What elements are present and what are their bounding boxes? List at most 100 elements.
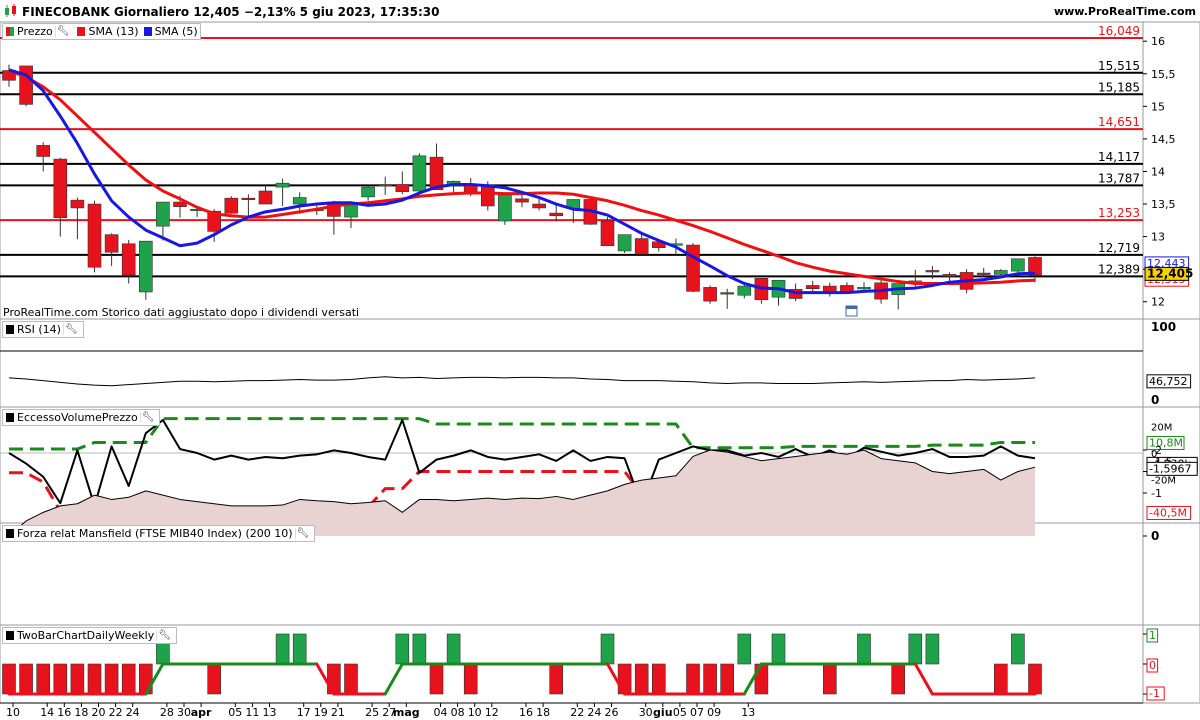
- x-tick-label-10: 05: [228, 706, 242, 719]
- x-tick-label-26: 24: [587, 706, 601, 719]
- candle-body-35: [600, 220, 615, 247]
- price-ytick-label-8: 12: [1151, 296, 1165, 309]
- twobar-legend-label: TwoBarChartDailyWeekly: [17, 629, 155, 642]
- level-label-8: 12,389: [1098, 262, 1140, 276]
- candle-body-25: [429, 156, 444, 191]
- x-tick-label-23: 16: [519, 706, 533, 719]
- sma5-swatch-icon: [143, 27, 152, 36]
- x-tick-label-32: 09: [707, 706, 721, 719]
- price-legend-label: Prezzo: [17, 25, 53, 38]
- calendar-event-icon-top: [846, 306, 857, 309]
- x-tick-label-16: 25: [365, 706, 379, 719]
- rsi-legend-label: RSI (14): [17, 323, 61, 336]
- x-tick-label-4: 20: [92, 706, 106, 719]
- x-tick-label-11: 11: [245, 706, 259, 719]
- candle-body-8: [139, 240, 153, 293]
- twobar-bar-40: [686, 663, 700, 695]
- twobar-bar-4: [70, 663, 85, 695]
- twobar-bar-5: [87, 663, 102, 695]
- twobar-bar-44: [754, 663, 769, 695]
- sma13-line: [8, 69, 1036, 286]
- candle-body-2: [36, 145, 51, 157]
- x-tick-label-27: 26: [605, 706, 619, 719]
- x-tick-label-18: mag: [393, 706, 420, 719]
- wrench-icon[interactable]: 🔧︎: [294, 528, 313, 539]
- x-tick-label-29: giu: [653, 706, 672, 719]
- candle-body-31: [532, 203, 546, 209]
- twobar-bar-25: [429, 663, 444, 695]
- price-ytick-label-5: 13,5: [1151, 198, 1176, 211]
- mansfield-legend-label: Forza relat Mansfield (FTSE MIB40 Index)…: [17, 527, 293, 540]
- candle-body-36: [617, 234, 632, 252]
- x-tick-label-1: 14: [40, 706, 54, 719]
- price-legend[interactable]: Prezzo 🔧︎ SMA (13) SMA (5): [2, 23, 201, 40]
- ev-legend-label: EccessoVolumePrezzo: [17, 411, 138, 424]
- candle-body-32: [549, 212, 564, 217]
- x-tick-label-2: 16: [57, 706, 71, 719]
- candle-body-4: [70, 199, 85, 209]
- x-tick-label-19: 04: [434, 706, 448, 719]
- twobar-bar-7: [121, 663, 136, 695]
- twobar-bar-36: [617, 663, 632, 695]
- twobar-bar-32: [549, 663, 564, 695]
- candle-body-16: [275, 182, 290, 188]
- twobar-bar-0: [2, 663, 16, 695]
- sma13-legend-label: SMA (13): [88, 25, 139, 38]
- rsi-ytick-100: 100: [1151, 320, 1176, 334]
- price-ytick-label-3: 14,5: [1151, 133, 1176, 146]
- twobar-swatch-icon: [6, 631, 14, 640]
- x-tick-label-30: 05: [673, 706, 687, 719]
- rsi-swatch-icon: [6, 325, 14, 334]
- x-tick-label-0: 10: [6, 706, 20, 719]
- ev-swatch-icon: [6, 413, 14, 422]
- x-tick-label-24: 18: [536, 706, 550, 719]
- sma5-line: [8, 68, 1036, 295]
- wrench-icon[interactable]: 🔧︎: [156, 630, 174, 641]
- candle-body-43: [737, 285, 752, 296]
- twobar-bar-54: [925, 633, 940, 665]
- x-tick-label-6: 24: [126, 706, 140, 719]
- twobar-bar-53: [908, 633, 923, 665]
- candle-body-28: [480, 186, 495, 207]
- ev-ytick-neg20m: -20M: [1151, 475, 1176, 486]
- twobar-bar-12: [207, 663, 221, 695]
- twobar-bar-45: [771, 633, 786, 665]
- sma13-swatch-icon: [77, 27, 86, 36]
- mansfield-swatch-icon: [6, 529, 14, 538]
- mansfield-ytick-1: -1: [1151, 487, 1162, 500]
- candle-body-22: [378, 184, 393, 187]
- wrench-icon[interactable]: 🔧︎: [139, 412, 158, 423]
- candle-body-41: [703, 287, 717, 302]
- level-label-0: 16,049: [1098, 24, 1140, 38]
- candle-body-29: [498, 194, 512, 222]
- mansfield-legend[interactable]: Forza relat Mansfield (FTSE MIB40 Index)…: [2, 525, 316, 542]
- twobar-bar-2: [36, 663, 51, 695]
- twobar-last-1: 1: [1149, 629, 1156, 642]
- twobar-bar-23: [395, 633, 410, 665]
- candle-body-21: [361, 186, 375, 198]
- candle-body-17: [292, 197, 307, 205]
- ev-legend[interactable]: EccessoVolumePrezzo 🔧︎: [2, 409, 161, 426]
- twobar-bar-38: [651, 663, 666, 695]
- candle-body-13: [224, 197, 239, 214]
- rsi-legend[interactable]: RSI (14) 🔧︎: [2, 321, 84, 338]
- x-tick-label-20: 08: [451, 706, 465, 719]
- x-tick-label-9: apr: [191, 706, 212, 719]
- twobar-bar-6: [104, 663, 119, 695]
- candle-body-3: [53, 158, 68, 219]
- twobar-legend[interactable]: TwoBarChartDailyWeekly 🔧︎: [2, 627, 177, 644]
- twobar-bar-26: [446, 633, 461, 665]
- panel-1-frame: [0, 318, 1200, 408]
- wrench-icon[interactable]: 🔧︎: [54, 26, 73, 37]
- twobar-bar-8: [139, 663, 153, 695]
- candle-body-57: [976, 272, 991, 275]
- twobar-bar-48: [822, 663, 837, 695]
- ev-ytick-20m: 20M: [1151, 423, 1172, 434]
- x-tick-label-12: 13: [263, 706, 277, 719]
- twobar-bar-50: [857, 633, 871, 665]
- level-label-1: 15,515: [1098, 59, 1140, 73]
- wrench-icon[interactable]: 🔧︎: [62, 324, 81, 335]
- rsi-last-label: 46,752: [1149, 375, 1188, 388]
- candle-body-47: [805, 285, 820, 290]
- price-ytick-label-1: 15,5: [1151, 68, 1176, 81]
